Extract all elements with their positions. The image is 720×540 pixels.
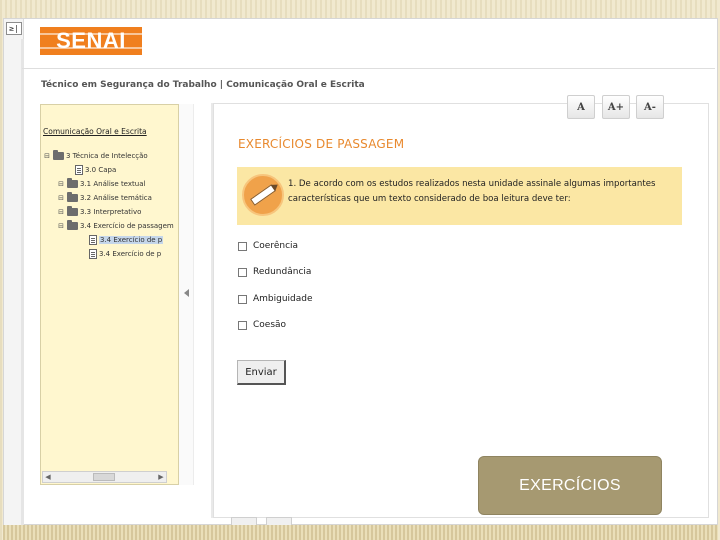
section-title: EXERCÍCIOS DE PASSAGEM [238,137,405,151]
collapse-button[interactable]: ≥| [6,22,22,35]
bottom-strip [3,525,718,540]
pencil-icon [242,174,284,216]
gutter-bar [21,39,24,526]
tree-item-label: 3.1 Análise textual [80,180,146,188]
option-label: Ambiguidade [253,294,313,304]
option-label: Redundância [253,267,312,277]
collapse-left-icon[interactable] [184,289,189,297]
decrease-font-button[interactable]: A- [636,95,664,119]
tree-item-3-4-b[interactable]: 3.4 Exercício de p [79,248,161,260]
document-icon [89,235,97,245]
question-text: 1. De acordo com os estudos realizados n… [288,179,656,204]
accessibility-button[interactable]: A [567,95,595,119]
tree-item-3-2[interactable]: ⊟ 3.2 Análise temática [57,192,152,204]
tree-horizontal-scrollbar[interactable]: ◀ ▶ [42,471,167,483]
expander-icon[interactable]: ⊟ [57,208,65,216]
header-divider [22,68,715,69]
tree-item-3[interactable]: ⊟ 3 Técnica de Intelecção [43,150,148,162]
submit-button[interactable]: Enviar [237,360,286,385]
left-gutter: ≥| [4,19,24,526]
tree-item-3-4[interactable]: ⊟ 3.4 Exercício de passagem [57,220,174,232]
tree-item-3-3[interactable]: ⊟ 3.3 Interpretativo [57,206,141,218]
expander-icon[interactable]: ⊟ [57,222,65,230]
tree-item-3-4-a[interactable]: 3.4 Exercício de p [79,234,164,246]
option-ambiguidade[interactable]: Ambiguidade [238,294,313,304]
option-redundancia[interactable]: Redundância [238,267,311,277]
tree-item-label: 3.2 Análise temática [80,194,152,202]
tree-item-label: 3.4 Exercício de p [99,236,164,244]
tree-item-label: 3.4 Exercício de p [99,250,162,258]
checkbox[interactable] [238,241,247,251]
tree-item-label: 3.3 Interpretativo [80,208,142,216]
course-tree-panel: Comunicação Oral e Escrita ⊟ 3 Técnica d… [40,104,179,485]
increase-font-button[interactable]: A+ [602,95,630,119]
tree-item-3-0[interactable]: 3.0 Capa [65,164,116,176]
senai-logo: SENAI [40,27,142,55]
scroll-thumb[interactable] [93,473,115,481]
option-label: Coesão [253,320,287,330]
expander-icon[interactable]: ⊟ [43,152,51,160]
tree-item-label: 3.4 Exercício de passagem [80,222,174,230]
checkbox[interactable] [238,294,247,304]
exercises-badge: EXERCÍCIOS [478,456,662,515]
option-label: Coerência [253,241,299,251]
document-icon [75,165,83,175]
folder-icon [67,178,78,188]
checkbox[interactable] [238,320,247,330]
folder-icon [53,150,64,160]
expander-icon[interactable]: ⊟ [57,180,65,188]
tree-root-title[interactable]: Comunicação Oral e Escrita [43,127,147,136]
option-coerencia[interactable]: Coerência [238,241,298,251]
checkbox[interactable] [238,267,247,277]
scroll-right-icon[interactable]: ▶ [156,472,166,482]
tree-item-3-1[interactable]: ⊟ 3.1 Análise textual [57,178,145,190]
option-coesao[interactable]: Coesão [238,320,286,330]
folder-icon [67,220,78,230]
expander-icon[interactable]: ⊟ [57,194,65,202]
tree-item-label: 3 Técnica de Intelecção [66,152,148,160]
breadcrumb: Técnico em Segurança do Trabalho | Comun… [41,80,365,90]
folder-icon [67,192,78,202]
scroll-left-icon[interactable]: ◀ [43,472,53,482]
document-icon [89,249,97,259]
tree-item-label: 3.0 Capa [85,166,117,174]
folder-icon [67,206,78,216]
